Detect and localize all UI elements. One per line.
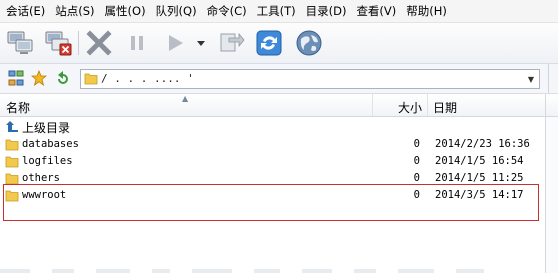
file-date: 2014/2/23 16:36 <box>435 138 530 150</box>
favorites-star-icon[interactable] <box>31 70 47 86</box>
menu-queue[interactable]: 队列(Q) <box>151 3 202 19</box>
right-pane-edge <box>545 94 558 273</box>
menu-directory[interactable]: 目录(D) <box>301 3 352 19</box>
file-name: databases <box>22 138 79 150</box>
refresh-icon[interactable] <box>252 27 286 59</box>
menu-tools[interactable]: 工具(T) <box>252 3 301 19</box>
column-header-size[interactable]: 大小 <box>398 99 422 116</box>
column-header-date[interactable]: 日期 <box>433 99 457 116</box>
up-directory-row[interactable]: 上级目录 <box>0 118 545 135</box>
table-row[interactable]: databases 0 2014/2/23 16:36 <box>0 136 545 153</box>
menu-help[interactable]: 帮助(H) <box>401 3 452 19</box>
menu-properties[interactable]: 属性(O) <box>100 3 151 19</box>
table-row[interactable]: logfiles 0 2014/1/5 16:54 <box>0 153 545 170</box>
chevron-down-icon[interactable]: ▼ <box>523 70 539 88</box>
file-size: 0 <box>413 138 420 150</box>
file-size: 0 <box>413 155 420 167</box>
up-directory-label: 上级目录 <box>22 121 71 135</box>
back-arrow-icon[interactable] <box>55 70 71 86</box>
path-input[interactable]: / . . . .... ' ▼ <box>80 69 540 89</box>
address-right-edge <box>548 64 558 93</box>
connect-icon[interactable] <box>3 27 37 59</box>
menu-command[interactable]: 命令(C) <box>202 3 252 19</box>
file-list-header: ▲ 名称 大小 日期 <box>0 94 545 117</box>
column-header-name[interactable]: 名称 <box>6 99 30 116</box>
sitemap-icon[interactable] <box>8 70 24 86</box>
file-size: 0 <box>413 172 420 184</box>
toolbar <box>0 23 558 64</box>
dropdown-icon[interactable] <box>194 27 208 59</box>
highlight-box <box>3 184 539 221</box>
address-bar: / . . . .... ' ▼ <box>0 64 558 94</box>
pause-icon[interactable] <box>120 27 154 59</box>
globe-icon[interactable] <box>292 27 326 59</box>
file-date: 2014/1/5 16:54 <box>435 155 524 167</box>
menu-bar: 会话(E) 站点(S) 属性(O) 队列(Q) 命令(C) 工具(T) 目录(D… <box>0 0 558 23</box>
cancel-icon[interactable] <box>82 27 116 59</box>
disconnect-icon[interactable] <box>41 27 75 59</box>
file-name: others <box>22 172 60 184</box>
menu-view[interactable]: 查看(V) <box>351 3 401 19</box>
menu-session[interactable]: 会话(E) <box>0 3 50 19</box>
status-strip <box>0 262 545 273</box>
sort-ascending-icon: ▲ <box>182 94 189 103</box>
menu-site[interactable]: 站点(S) <box>50 3 99 19</box>
play-icon[interactable] <box>158 27 192 59</box>
folder-icon <box>5 155 19 171</box>
folder-icon <box>84 72 98 88</box>
transfer-icon[interactable] <box>214 27 248 59</box>
path-text: / . . . .... ' <box>101 72 194 85</box>
file-name: logfiles <box>22 155 73 167</box>
up-arrow-icon <box>5 120 19 137</box>
folder-icon <box>5 138 19 154</box>
file-date: 2014/1/5 11:25 <box>435 172 524 184</box>
